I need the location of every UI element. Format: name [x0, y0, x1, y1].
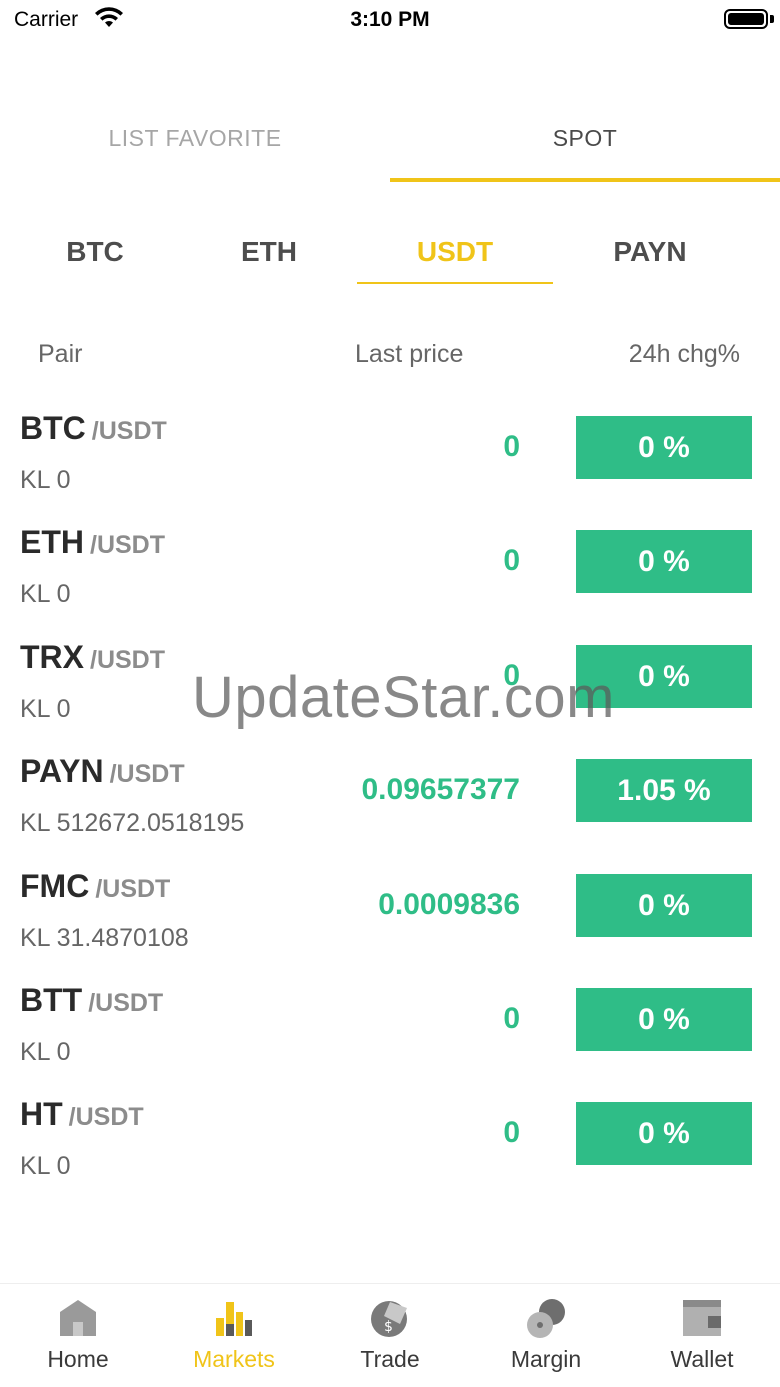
battery-icon [724, 9, 768, 29]
tab-btc[interactable]: BTC [30, 220, 160, 286]
quote-symbol: /USDT [90, 645, 165, 674]
last-price: 0.0009836 [378, 887, 520, 921]
base-symbol: FMC [20, 867, 90, 904]
volume: KL 0 [20, 580, 71, 609]
base-symbol: ETH [20, 524, 84, 561]
pair-name: BTC/USDT [20, 410, 167, 447]
header-last-price: Last price [355, 340, 464, 368]
home-icon [60, 1300, 96, 1336]
base-symbol: HT [20, 1096, 63, 1133]
market-row[interactable]: BTT/USDT KL 0 0 0 % [0, 964, 780, 1078]
change-badge: 0 % [576, 530, 752, 594]
header-pair: Pair [38, 340, 83, 368]
nav-label: Trade [360, 1346, 420, 1372]
nav-label: Markets [193, 1346, 275, 1372]
last-price: 0 [503, 1001, 520, 1035]
market-list: BTC/USDT KL 0 0 0 % ETH/USDT KL 0 0 0 % … [0, 392, 780, 1193]
trade-icon: $ [371, 1301, 407, 1337]
svg-text:$: $ [384, 1319, 393, 1335]
volume: KL 0 [20, 466, 71, 494]
quote-symbol: /USDT [95, 874, 171, 903]
list-header: Pair Last price 24h chg% [0, 340, 780, 376]
quote-symbol: /USDT [68, 1103, 144, 1132]
tab-spot[interactable]: SPOT [390, 100, 780, 184]
wallet-icon [683, 1300, 721, 1336]
last-price: 0 [503, 430, 520, 463]
active-tab-indicator [390, 178, 780, 182]
header-change: 24h chg% [628, 340, 740, 368]
change-badge: 1.05 % [576, 759, 752, 823]
change-badge: 0 % [576, 873, 752, 937]
market-row[interactable]: TRX/USDT KL 0 0 0 % [0, 621, 780, 735]
base-symbol: TRX [20, 638, 84, 675]
market-row[interactable]: PAYN/USDT KL 512672.0518195 0.09657377 1… [0, 735, 780, 849]
last-price: 0 [503, 1116, 520, 1150]
nav-label: Margin [510, 1346, 582, 1372]
quote-symbol: /USDT [91, 417, 167, 445]
tab-list-favorite[interactable]: LIST FAVORITE [0, 100, 390, 184]
market-row[interactable]: BTC/USDT KL 0 0 0 % [0, 392, 780, 506]
quote-currency-tabs: BTC ETH USDT PAYN [0, 220, 780, 286]
nav-trade[interactable]: $ Trade [312, 1284, 468, 1387]
change-badge: 0 % [576, 987, 752, 1051]
margin-icon [527, 1299, 565, 1338]
pair-name: HT/USDT [20, 1096, 144, 1133]
volume: KL 31.4870108 [20, 923, 189, 952]
active-tab-indicator [357, 282, 553, 284]
nav-markets[interactable]: Markets [156, 1284, 312, 1387]
tab-payn[interactable]: PAYN [585, 220, 715, 286]
tab-label: LIST FAVORITE [108, 125, 282, 151]
tab-usdt[interactable]: USDT [357, 220, 553, 286]
tab-label: ETH [241, 236, 297, 267]
tab-label: PAYN [613, 236, 687, 267]
status-bar: Carrier 3:10 PM [0, 0, 780, 40]
base-symbol: BTC [20, 410, 86, 446]
market-type-tabs: LIST FAVORITE SPOT [0, 100, 780, 184]
volume: KL 0 [20, 1152, 71, 1181]
change-badge: 0 % [576, 644, 752, 708]
base-symbol: BTT [20, 981, 83, 1018]
pair-name: PAYN/USDT [20, 753, 185, 790]
tab-label: BTC [66, 236, 124, 267]
nav-home[interactable]: Home [0, 1284, 156, 1387]
change-badge: 0 % [576, 1102, 752, 1166]
battery-cap [770, 15, 774, 23]
volume: KL 0 [20, 694, 71, 723]
tab-eth[interactable]: ETH [204, 220, 334, 286]
change-badge: 0 % [576, 416, 752, 479]
market-row[interactable]: FMC/USDT KL 31.4870108 0.0009836 0 % [0, 850, 780, 964]
nav-label: Home [47, 1346, 109, 1372]
bottom-nav: Home Markets $ Trade Margin Wallet [0, 1283, 780, 1387]
volume: KL 0 [20, 1037, 71, 1066]
nav-margin[interactable]: Margin [468, 1284, 624, 1387]
pair-name: FMC/USDT [20, 868, 170, 905]
quote-symbol: /USDT [109, 760, 185, 789]
quote-symbol: /USDT [90, 531, 165, 560]
last-price: 0.09657377 [361, 773, 521, 807]
tab-label: USDT [416, 236, 494, 267]
nav-wallet[interactable]: Wallet [624, 1284, 780, 1387]
market-row[interactable]: HT/USDT KL 0 0 0 % [0, 1078, 780, 1192]
base-symbol: PAYN [20, 753, 104, 790]
nav-label: Wallet [670, 1346, 734, 1372]
markets-icon [216, 1302, 252, 1336]
pair-name: BTT/USDT [20, 982, 163, 1019]
pair-name: TRX/USDT [20, 639, 165, 676]
pair-name: ETH/USDT [20, 524, 165, 561]
last-price: 0 [503, 544, 520, 578]
quote-symbol: /USDT [88, 988, 164, 1017]
tab-label: SPOT [552, 125, 618, 151]
last-price: 0 [503, 658, 520, 692]
market-row[interactable]: ETH/USDT KL 0 0 0 % [0, 506, 780, 620]
volume: KL 512672.0518195 [20, 809, 245, 838]
clock: 3:10 PM [350, 8, 430, 31]
